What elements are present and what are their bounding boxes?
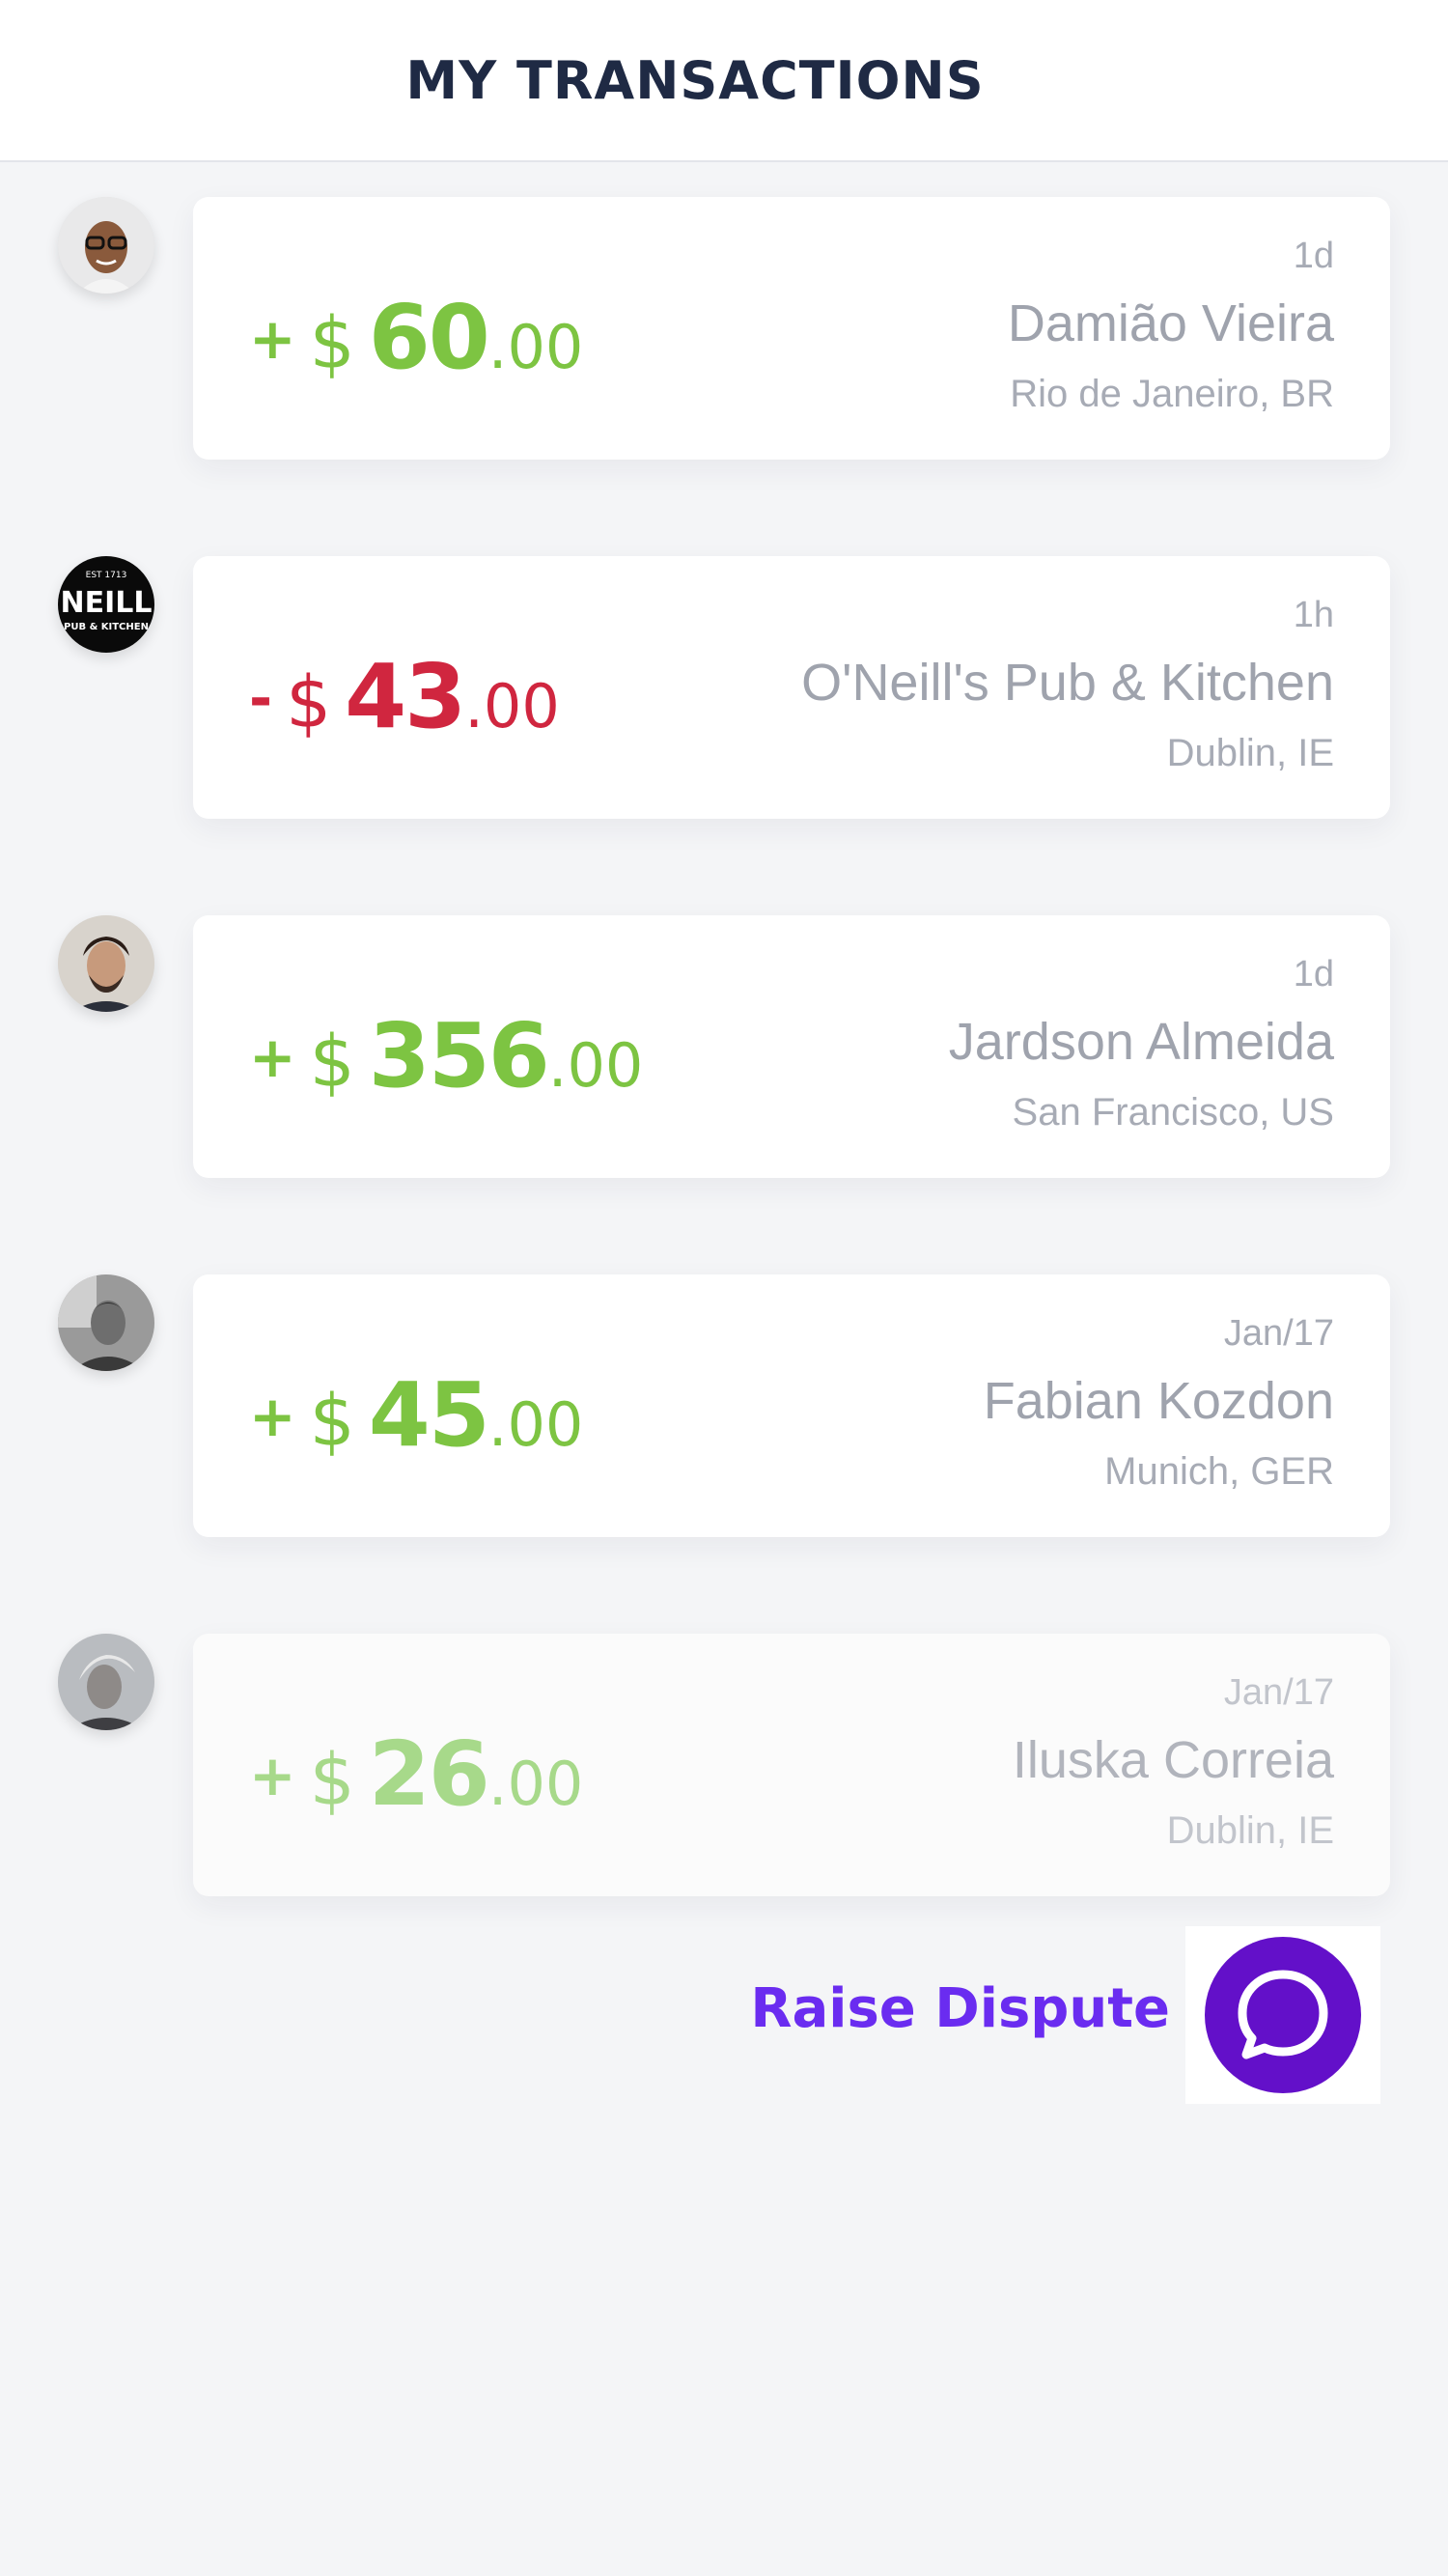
transaction-name: Fabian Kozdon: [983, 1372, 1334, 1430]
transaction-card[interactable]: - $ 43 .00 1h O'Neill's Pub & Kitchen Du…: [193, 556, 1390, 819]
transaction-time: 1d: [1293, 954, 1334, 994]
transaction-time: Jan/17: [1223, 1672, 1334, 1713]
amount-whole: 45: [368, 1363, 490, 1467]
transaction-meta: 1d Damião Vieira Rio de Janeiro, BR: [1008, 236, 1334, 416]
transaction-meta: Jan/17 Fabian Kozdon Munich, GER: [984, 1313, 1334, 1494]
transaction-meta: Jan/17 Iluska Correia Dublin, IE: [1013, 1672, 1334, 1853]
amount-whole: 26: [368, 1722, 490, 1826]
transaction-name: O'Neill's Pub & Kitchen: [801, 654, 1334, 712]
currency-symbol: $: [309, 1380, 355, 1463]
transaction-location: Munich, GER: [1104, 1450, 1334, 1493]
amount-cents: .00: [487, 1389, 584, 1460]
transaction-row[interactable]: EST 1713 NEILL PUB & KITCHEN - $ 43 .00 …: [0, 556, 1448, 819]
transaction-card[interactable]: + $ 356 .00 1d Jardson Almeida San Franc…: [193, 915, 1390, 1178]
raise-dispute-link[interactable]: Raise Dispute: [750, 1977, 1170, 2040]
amount-cents: .00: [464, 671, 560, 742]
app-header: MY TRANSACTIONS: [0, 0, 1448, 162]
amount-cents: .00: [547, 1030, 644, 1101]
transaction-time: 1d: [1293, 236, 1334, 276]
amount-cents: .00: [487, 1749, 584, 1819]
transaction-card[interactable]: + $ 60 .00 1d Damião Vieira Rio de Janei…: [193, 197, 1390, 460]
chat-button-container[interactable]: [1185, 1926, 1380, 2104]
amount-whole: 60: [368, 286, 490, 389]
transaction-name: Jardson Almeida: [948, 1013, 1334, 1071]
transaction-location: Dublin, IE: [1166, 732, 1334, 774]
currency-symbol: $: [309, 1021, 355, 1104]
logo-main-text: NEILL: [61, 586, 153, 620]
transaction-time: Jan/17: [1223, 1313, 1334, 1354]
transaction-card[interactable]: + $ 45 .00 Jan/17 Fabian Kozdon Munich, …: [193, 1274, 1390, 1537]
transaction-row[interactable]: + $ 356 .00 1d Jardson Almeida San Franc…: [0, 915, 1448, 1178]
user-avatar-icon: [58, 1274, 154, 1371]
user-avatar-icon: [58, 1634, 154, 1730]
pub-logo-icon: EST 1713 NEILL PUB & KITCHEN: [58, 556, 154, 653]
amount-sign: +: [249, 1384, 296, 1449]
transaction-row[interactable]: + $ 60 .00 1d Damião Vieira Rio de Janei…: [0, 197, 1448, 460]
transaction-row[interactable]: + $ 45 .00 Jan/17 Fabian Kozdon Munich, …: [0, 1274, 1448, 1537]
transaction-location: Rio de Janeiro, BR: [1010, 373, 1334, 415]
transaction-location: Dublin, IE: [1166, 1809, 1334, 1852]
logo-bottom-text: PUB & KITCHEN: [64, 622, 149, 632]
transaction-meta: 1d Jardson Almeida San Francisco, US: [949, 954, 1334, 1134]
chat-bubble-icon: [1238, 1970, 1328, 2059]
transaction-name: Iluska Correia: [1012, 1731, 1334, 1789]
amount-whole: 356: [368, 1004, 550, 1107]
transaction-amount: + $ 356 .00: [249, 1004, 643, 1107]
transaction-row[interactable]: + $ 26 .00 Jan/17 Iluska Correia Dublin,…: [0, 1634, 1448, 1896]
transaction-amount: - $ 43 .00: [249, 645, 560, 748]
amount-sign: +: [249, 1743, 296, 1808]
user-avatar-icon: [58, 197, 154, 294]
page-title: MY TRANSACTIONS: [405, 49, 985, 111]
amount-cents: .00: [487, 312, 584, 382]
currency-symbol: $: [309, 302, 355, 385]
transaction-amount: + $ 45 .00: [249, 1363, 583, 1467]
raise-dispute-button[interactable]: [1205, 1937, 1361, 2093]
currency-symbol: $: [286, 661, 332, 744]
transaction-meta: 1h O'Neill's Pub & Kitchen Dublin, IE: [801, 595, 1334, 775]
amount-sign: +: [249, 306, 296, 372]
amount-sign: -: [249, 665, 273, 731]
amount-sign: +: [249, 1024, 296, 1090]
transaction-card[interactable]: + $ 26 .00 Jan/17 Iluska Correia Dublin,…: [193, 1634, 1390, 1896]
user-avatar-icon: [58, 915, 154, 1012]
transaction-time: 1h: [1293, 595, 1334, 635]
amount-whole: 43: [345, 645, 466, 748]
currency-symbol: $: [309, 1739, 355, 1822]
logo-est-text: EST 1713: [86, 571, 127, 580]
transaction-location: San Francisco, US: [1012, 1091, 1334, 1134]
transaction-name: Damião Vieira: [1007, 294, 1334, 352]
transaction-amount: + $ 26 .00: [249, 1722, 583, 1826]
transaction-amount: + $ 60 .00: [249, 286, 583, 389]
